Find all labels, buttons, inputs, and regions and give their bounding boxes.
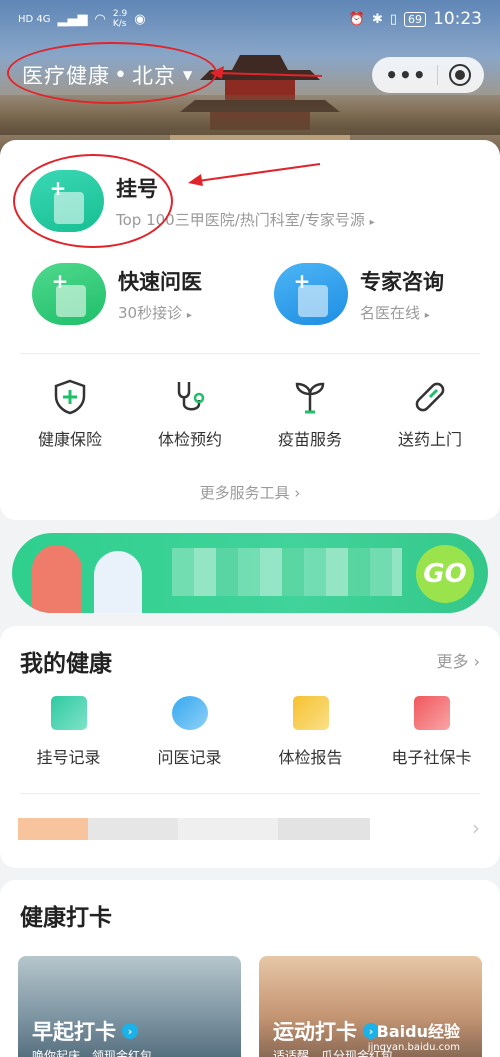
doctor-illustration xyxy=(94,551,142,613)
annotation-circle-location xyxy=(7,42,217,104)
annotation-arrow-icon xyxy=(210,66,323,79)
record-label: 电子社保卡 xyxy=(391,748,472,767)
checkin-exercise[interactable]: 运动打卡 › 适适醒，瓜分现金红包 Baidu经验 jingyan.baidu.… xyxy=(259,956,482,1057)
mini-program-capsule: ••• xyxy=(372,57,484,93)
register-record-icon xyxy=(50,696,87,730)
capsule-divider xyxy=(437,65,439,85)
signal-icon: ▂▄▆ xyxy=(57,11,88,27)
record-register[interactable]: 挂号记录 xyxy=(9,696,129,768)
watermark: Baidu经验 jingyan.baidu.com xyxy=(368,1018,460,1053)
record-social-card[interactable]: 电子社保卡 xyxy=(372,696,492,768)
more-menu-button[interactable]: ••• xyxy=(385,63,426,87)
network-indicator: HD 4G xyxy=(18,13,51,25)
eye-icon: ◉ xyxy=(134,11,146,27)
shield-plus-icon xyxy=(54,379,86,415)
chat-record-icon xyxy=(171,696,208,730)
expert-consult-entry[interactable]: + 专家咨询 名医在线 ▸ xyxy=(274,263,444,325)
checkin-card-subtitle: 唤你起床，领现金红包 xyxy=(32,1049,153,1057)
tool-label: 送药上门 xyxy=(397,430,462,449)
expert-consult-subtitle: 名医在线 xyxy=(360,303,421,322)
record-label: 问医记录 xyxy=(157,748,222,767)
expert-consult-title: 专家咨询 xyxy=(360,269,444,294)
promo-banner[interactable]: GO xyxy=(12,533,488,613)
bluetooth-icon: ✱ xyxy=(371,11,383,27)
speed-indicator: 2.9 K/s xyxy=(113,9,127,29)
more-tools-link[interactable]: 更多服务工具 › xyxy=(0,482,500,503)
divider xyxy=(20,353,480,354)
close-target-icon[interactable] xyxy=(448,64,471,86)
sprout-icon xyxy=(295,382,325,414)
arrow-right-icon: › xyxy=(122,1023,138,1039)
services-card: + 挂号 Top 100三甲医院/热门科室/专家号源 ▸ + 快速问医 30秒接… xyxy=(0,140,500,520)
tool-medicine-delivery[interactable]: 送药上门 xyxy=(373,378,488,450)
go-button[interactable]: GO xyxy=(416,545,474,603)
record-label: 挂号记录 xyxy=(36,748,101,767)
patient-illustration xyxy=(32,545,82,613)
quick-consult-title: 快速问医 xyxy=(118,269,202,294)
status-bar: HD 4G ▂▄▆ ◠ 2.9 K/s ◉ ⏰ ✱ ▯ 69 10:23 xyxy=(0,0,500,38)
tool-label: 体检预约 xyxy=(157,430,222,449)
tool-label: 疫苗服务 xyxy=(277,430,342,449)
health-records: 挂号记录 问医记录 体检报告 电子社保卡 xyxy=(8,696,492,768)
annotation-circle-register xyxy=(13,154,173,248)
checkin-list: 早起打卡 › 唤你起床，领现金红包 运动打卡 › 适适醒，瓜分现金红包 Baid… xyxy=(18,956,482,1057)
divider xyxy=(20,793,480,794)
stethoscope-icon xyxy=(177,382,205,411)
tool-health-insurance[interactable]: 健康保险 xyxy=(13,378,128,450)
social-card-icon xyxy=(413,696,450,730)
chevron-right-icon: › xyxy=(472,816,480,840)
my-health-card: 我的健康 更多 › 挂号记录 问医记录 体检报告 电子社保卡 › xyxy=(0,626,500,868)
watermark-url: jingyan.baidu.com xyxy=(367,1042,460,1053)
vibrate-icon: ▯ xyxy=(389,11,397,27)
quick-consult-icon: + xyxy=(32,263,106,325)
checkin-card-title: 运动打卡 xyxy=(273,1020,357,1044)
alarm-icon: ⏰ xyxy=(348,11,365,27)
more-link[interactable]: 更多 › xyxy=(437,648,481,672)
speed-unit: K/s xyxy=(112,19,127,29)
watermark-brand: Baidu经验 xyxy=(376,1022,460,1041)
chevron-right-icon: ▸ xyxy=(424,309,430,321)
wifi-icon: ◠ xyxy=(94,11,106,27)
tool-checkup-booking[interactable]: 体检预约 xyxy=(133,378,248,450)
checkin-title: 健康打卡 xyxy=(20,905,112,931)
checkin-early-rise[interactable]: 早起打卡 › 唤你起床，领现金红包 xyxy=(18,956,241,1057)
tool-grid: 健康保险 体检预约 疫苗服务 送药上门 xyxy=(10,378,490,450)
blurred-info-row[interactable] xyxy=(18,818,370,840)
record-consult[interactable]: 问医记录 xyxy=(130,696,250,768)
record-label: 体检报告 xyxy=(278,748,343,767)
blurred-banner-text xyxy=(172,548,402,596)
checkin-card: 健康打卡 早起打卡 › 唤你起床，领现金红包 运动打卡 › 适适醒，瓜分现金红包… xyxy=(0,880,500,1057)
tool-vaccine-service[interactable]: 疫苗服务 xyxy=(253,378,368,450)
clock: 10:23 xyxy=(433,9,482,29)
quick-consult-entry[interactable]: + 快速问医 30秒接诊 ▸ xyxy=(32,263,202,325)
expert-consult-icon: + xyxy=(274,263,348,325)
chevron-right-icon: ▸ xyxy=(186,309,192,321)
annotation-arrow-icon xyxy=(188,163,321,186)
record-checkup-report[interactable]: 体检报告 xyxy=(251,696,371,768)
battery-indicator: 69 xyxy=(404,11,426,27)
speed-value: 2.9 xyxy=(112,9,128,19)
report-icon xyxy=(292,696,329,730)
checkin-card-title: 早起打卡 xyxy=(32,1020,116,1044)
chevron-right-icon: ▸ xyxy=(369,216,375,228)
pill-icon xyxy=(415,382,445,412)
tool-label: 健康保险 xyxy=(37,430,102,449)
my-health-title: 我的健康 xyxy=(20,651,112,677)
quick-consult-subtitle: 30秒接诊 xyxy=(118,303,183,322)
